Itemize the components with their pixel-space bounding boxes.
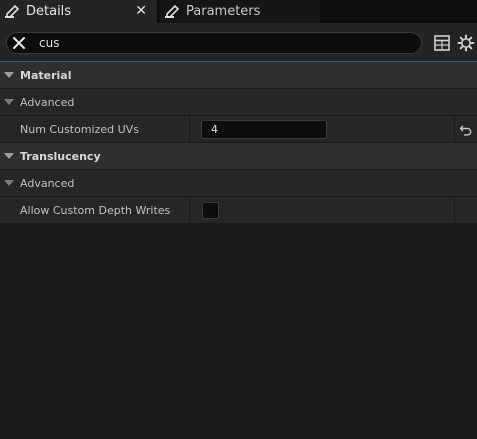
- category-material[interactable]: Material: [0, 62, 477, 89]
- property-row-num-customized-uvs: Num Customized UVs 4: [0, 116, 477, 143]
- column-divider: [454, 197, 455, 223]
- num-customized-uvs-label: Num Customized UVs: [20, 123, 139, 136]
- tab-parameters-label: Parameters: [186, 4, 261, 19]
- tab-details[interactable]: Details ✕: [0, 0, 157, 23]
- gear-icon[interactable]: [457, 34, 475, 52]
- expand-arrow-icon[interactable]: [4, 180, 14, 186]
- close-tab-icon[interactable]: ✕: [135, 3, 147, 19]
- search-box: [6, 32, 422, 54]
- subcategory-advanced-label: Advanced: [20, 96, 75, 109]
- num-customized-uvs-field[interactable]: 4: [201, 120, 327, 139]
- subcategory-material-advanced[interactable]: Advanced: [0, 89, 477, 116]
- category-translucency[interactable]: Translucency: [0, 143, 477, 170]
- column-divider: [189, 116, 190, 142]
- property-row-allow-custom-depth-writes: Allow Custom Depth Writes: [0, 197, 477, 224]
- details-panel: Material Advanced Num Customized UVs 4 T…: [0, 62, 477, 224]
- column-divider: [189, 197, 190, 223]
- tab-bar: Details ✕ Parameters: [0, 0, 477, 23]
- allow-custom-depth-writes-checkbox[interactable]: [202, 202, 219, 219]
- parameters-pencil-icon: [165, 4, 180, 18]
- expand-arrow-icon[interactable]: [4, 153, 14, 159]
- details-pencil-icon: [5, 4, 20, 18]
- subcategory-advanced-label: Advanced: [20, 177, 75, 190]
- table-icon[interactable]: [433, 34, 451, 52]
- expand-arrow-icon[interactable]: [4, 99, 14, 105]
- category-material-label: Material: [20, 69, 72, 82]
- subcategory-translucency-advanced[interactable]: Advanced: [0, 170, 477, 197]
- search-input[interactable]: [39, 34, 409, 52]
- allow-custom-depth-writes-label: Allow Custom Depth Writes: [20, 204, 171, 217]
- search-toolbar: [0, 23, 477, 62]
- tab-details-label: Details: [26, 4, 72, 19]
- category-translucency-label: Translucency: [20, 150, 101, 163]
- column-divider: [454, 116, 455, 142]
- expand-arrow-icon[interactable]: [4, 72, 14, 78]
- tab-parameters[interactable]: Parameters: [160, 0, 320, 23]
- reset-arrow-icon[interactable]: [459, 123, 473, 137]
- close-icon[interactable]: [11, 35, 27, 51]
